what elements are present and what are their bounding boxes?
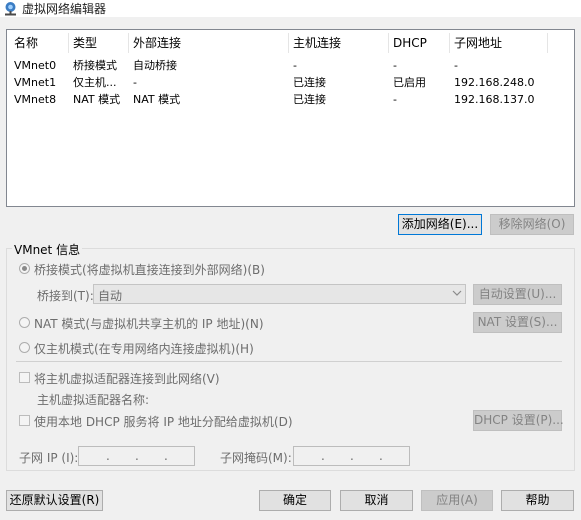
- row-subnet: 192.168.137.0: [454, 93, 535, 106]
- row-dhcp: -: [393, 59, 397, 72]
- row-name: VMnet1: [14, 76, 57, 89]
- network-icon: [5, 2, 16, 16]
- bridged-radio[interactable]: [19, 263, 30, 274]
- row-external: -: [133, 76, 137, 89]
- vmnet-info-title: VMnet 信息: [12, 241, 83, 258]
- row-subnet: 192.168.248.0: [454, 76, 535, 89]
- column-header-subnet[interactable]: 子网地址: [454, 33, 502, 53]
- subnet-ip-label: 子网 IP (I):: [19, 451, 79, 465]
- connect-adapter-label: 将主机虚拟适配器连接到此网络(V): [34, 372, 220, 386]
- row-dhcp: -: [393, 93, 397, 106]
- apply-button[interactable]: 应用(A): [421, 490, 493, 511]
- cancel-button[interactable]: 取消: [340, 490, 413, 511]
- bridge-to-value: 自动: [98, 289, 123, 303]
- remove-network-button[interactable]: 移除网络(O): [490, 214, 574, 235]
- column-header-type[interactable]: 类型: [73, 33, 97, 53]
- ip-separator: .: [321, 449, 325, 463]
- column-header-name[interactable]: 名称: [14, 33, 38, 53]
- nat-settings-button[interactable]: NAT 设置(S)...: [473, 312, 562, 333]
- add-network-button[interactable]: 添加网络(E)...: [398, 214, 482, 235]
- subnet-mask-label: 子网掩码(M):: [220, 451, 292, 465]
- window-title: 虚拟网络编辑器: [22, 2, 107, 16]
- ip-separator: .: [164, 449, 168, 463]
- vmnet-info-group: [6, 248, 575, 471]
- row-type: 仅主机...: [73, 76, 117, 89]
- chevron-down-icon: [452, 290, 462, 296]
- adapter-name-label: 主机虚拟适配器名称:: [37, 393, 150, 407]
- ip-separator: .: [106, 449, 110, 463]
- dhcp-label: 使用本地 DHCP 服务将 IP 地址分配给虚拟机(D): [34, 415, 293, 429]
- row-host: 已连接: [293, 93, 326, 106]
- row-external: NAT 模式: [133, 93, 181, 106]
- row-name: VMnet8: [14, 93, 57, 106]
- bridge-to-label: 桥接到(T):: [37, 289, 94, 303]
- hostonly-label: 仅主机模式(在专用网络内连接虚拟机)(H): [34, 342, 254, 356]
- help-button[interactable]: 帮助: [501, 490, 574, 511]
- ok-button[interactable]: 确定: [259, 490, 331, 511]
- row-type: NAT 模式: [73, 93, 121, 106]
- divider: [16, 361, 562, 362]
- network-list[interactable]: 名称 类型 外部连接 主机连接 DHCP 子网地址 VMnet0 桥接模式 自动…: [6, 29, 575, 207]
- auto-settings-button[interactable]: 自动设置(U)...: [473, 284, 562, 305]
- restore-defaults-button[interactable]: 还原默认设置(R): [6, 490, 103, 511]
- nat-radio[interactable]: [19, 317, 30, 328]
- dhcp-checkbox[interactable]: [19, 415, 30, 426]
- column-header-external[interactable]: 外部连接: [133, 33, 181, 53]
- row-host: -: [293, 59, 297, 72]
- nat-label: NAT 模式(与虚拟机共享主机的 IP 地址)(N): [34, 317, 264, 331]
- column-header-host[interactable]: 主机连接: [293, 33, 341, 53]
- dhcp-settings-button[interactable]: DHCP 设置(P)...: [473, 410, 564, 431]
- row-subnet: -: [454, 59, 458, 72]
- bridge-to-select[interactable]: [93, 284, 466, 304]
- ip-separator: .: [379, 449, 383, 463]
- row-dhcp: 已启用: [393, 76, 426, 89]
- hostonly-radio[interactable]: [19, 342, 30, 353]
- ip-separator: .: [135, 449, 139, 463]
- bridged-label: 桥接模式(将虚拟机直接连接到外部网络)(B): [34, 263, 265, 277]
- row-host: 已连接: [293, 76, 326, 89]
- row-type: 桥接模式: [73, 59, 117, 72]
- row-name: VMnet0: [14, 59, 57, 72]
- ip-separator: .: [350, 449, 354, 463]
- row-external: 自动桥接: [133, 59, 177, 72]
- connect-adapter-checkbox[interactable]: [19, 372, 30, 383]
- column-header-dhcp[interactable]: DHCP: [393, 33, 427, 53]
